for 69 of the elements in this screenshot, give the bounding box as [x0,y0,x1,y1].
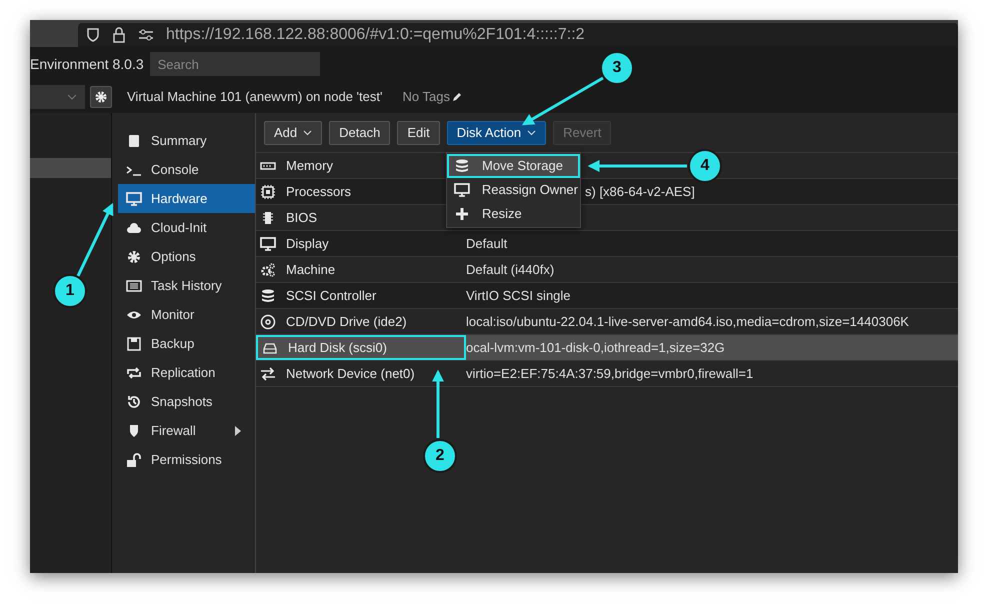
hardware-row[interactable]: Display Default [256,231,958,257]
hardware-value: Default (i440fx) [466,260,554,279]
pencil-icon[interactable] [452,92,462,102]
toolbar-button[interactable]: Disk Action [446,120,546,144]
chevron-down-icon [303,130,312,136]
hardware-value: ocal-lvm:vm-101-disk-0,iothread=1,size=32G [466,338,725,357]
arrows-icon [260,366,276,382]
nav-item[interactable]: Summary [118,126,255,155]
nav-item[interactable]: Backup [118,329,255,358]
shield-icon [86,27,100,43]
monitor-icon [126,190,142,206]
hardware-value: local:iso/ubuntu-22.04.1-live-server-amd64.iso,media=cdrom,size=1440306K [466,312,909,331]
toolbar-button[interactable]: Edit [397,120,440,144]
lock-icon [112,27,126,43]
callout-arrow [432,370,444,438]
toolbar-button[interactable]: Add [264,120,322,144]
nav-item[interactable]: Options [118,242,255,271]
arrows-icon [126,364,142,380]
tags-label: No Tags [402,88,450,106]
hardware-name: Network Device (net0) [286,364,415,383]
chevron-down-icon [67,94,77,100]
settings-icon [138,28,154,42]
url-text: https://192.168.122.88:8006/#v1:0:=qemu%2F101:4:::::7::2 [166,25,585,45]
chip-icon [260,210,276,226]
hardware-name: SCSI Controller [286,286,376,305]
menu-item[interactable]: Reassign Owner [447,178,580,202]
hardware-value: s) [x86-64-v2-AES] [585,182,695,201]
nav-item[interactable]: Monitor [118,300,255,329]
plus-icon [454,206,470,222]
url-bar[interactable]: https://192.168.122.88:8006/#v1:0:=qemu%2F101:4:::::7::2 [78,23,958,47]
hardware-name: Hard Disk (scsi0) [288,338,387,357]
monitor-icon [454,182,470,198]
nav-item[interactable]: Cloud-Init [118,213,255,242]
hardware-value: Default [466,234,508,253]
hardware-name: Machine [286,260,336,279]
gear-icon [95,91,107,103]
hardware-name: Processors [286,182,352,201]
hardware-name: BIOS [286,208,318,227]
hardware-name: Memory [286,156,333,175]
nav-item[interactable]: Replication [118,358,255,387]
list-icon [126,278,142,294]
settings-button[interactable] [90,86,112,108]
nav-item[interactable]: Snapshots [118,387,255,416]
hardware-row[interactable]: Hard Disk (scsi0) ocal-lvm:vm-101-disk-0,iothread=1,size=32G [256,335,958,361]
hardware-value: virtio=E2:EF:75:4A:37:59,bridge=vmbr0,firewall=1 [466,364,754,383]
hardware-row[interactable]: SCSI Controller VirtIO SCSI single [256,283,958,309]
monitor-icon [260,236,276,252]
disc-icon [260,314,276,330]
vm-title: Virtual Machine 101 (anewvm) on node 'test' [127,88,382,106]
menu-item[interactable]: Move Storage [447,154,580,178]
hardware-name: Display [286,234,329,253]
chevron-down-icon [527,130,536,136]
search-field[interactable]: Search [150,52,320,76]
nav-item[interactable]: Hardware [118,184,255,213]
chip-icon [260,184,276,200]
product-version: Environment 8.0.3 [30,54,144,74]
history-icon [126,394,142,410]
nav-item[interactable]: Firewall [118,416,255,445]
hardware-name: CD/DVD Drive (ide2) [286,312,407,331]
database-icon [454,158,470,174]
hardware-value: VirtIO SCSI single [466,286,571,305]
gear-icon [126,248,142,264]
toolbar-button[interactable]: Detach [329,120,390,144]
unlock-icon [126,452,142,468]
nav-item[interactable]: Permissions [118,445,255,474]
database-icon [260,288,276,304]
nav-item[interactable]: Console [118,155,255,184]
nav-item[interactable]: Task History [118,271,255,300]
menu-item[interactable]: Resize [447,202,580,226]
